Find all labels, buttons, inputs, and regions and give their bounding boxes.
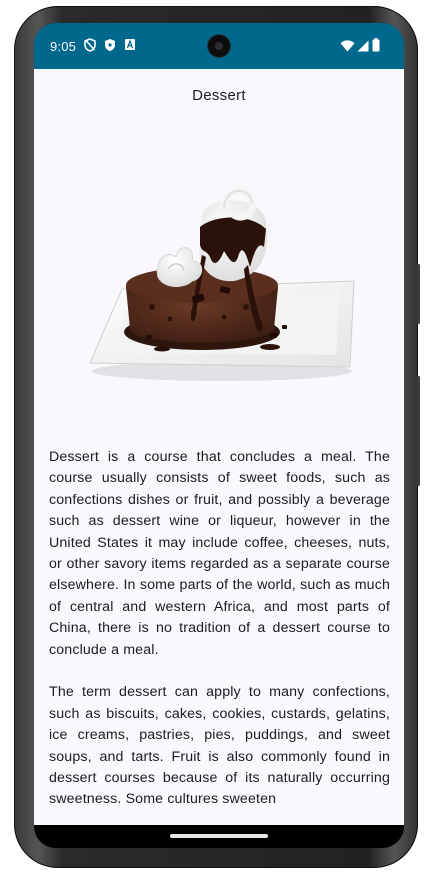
home-gesture-pill[interactable] [170,834,268,838]
paragraph-2: The term dessert can apply to many confe… [49,684,390,808]
signal-icon [357,39,369,57]
app-content[interactable]: Dessert Dessert is a course that conclud… [34,69,404,825]
shield-off-icon [84,38,96,57]
volume-button [417,376,420,486]
paragraph-1: Dessert is a course that concludes a mea… [49,449,390,658]
font-a-icon [124,38,136,56]
status-time: 9:05 [50,39,77,54]
navigation-bar [34,825,404,848]
battery-icon [372,38,380,57]
chocolate-lava-cake-image [74,157,364,397]
shield-lock-icon [104,38,116,57]
front-camera [208,35,230,57]
status-bar: 9:05 [34,23,404,69]
power-button [417,264,420,324]
camera-lens [215,42,223,50]
phone-screen: 9:05 Dessert Dessert is a course that co… [34,23,404,848]
page-title: Dessert [192,87,246,104]
description-text: Dessert is a course that concludes a mea… [49,447,390,825]
wifi-icon [340,39,355,57]
